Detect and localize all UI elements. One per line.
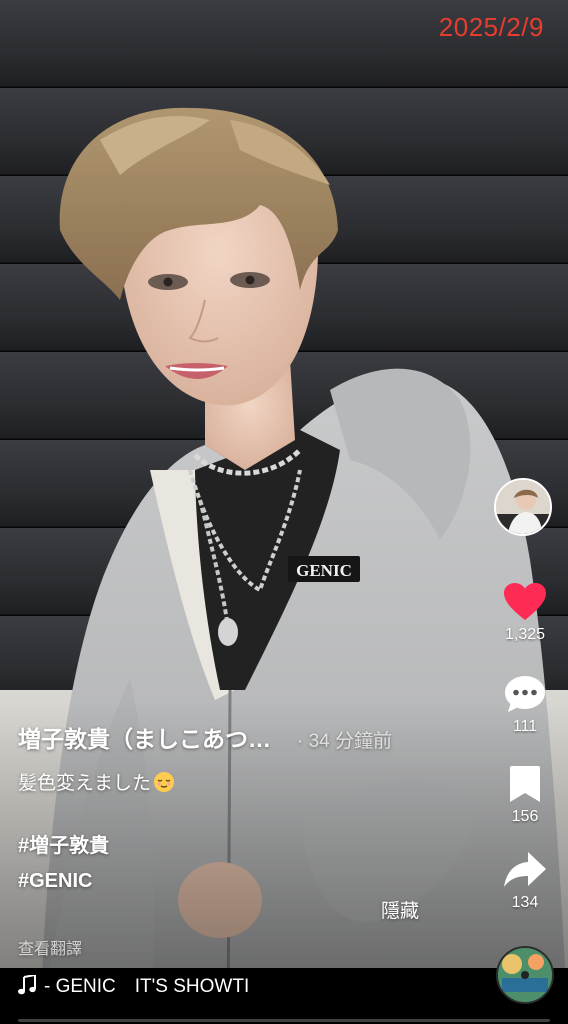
music-note-icon — [18, 974, 36, 995]
share-arrow-icon — [504, 852, 546, 887]
music-disc[interactable] — [496, 946, 554, 1004]
bookmark-button[interactable]: 156 — [492, 764, 558, 826]
date-stamp: 2025/2/9 — [438, 12, 544, 42]
album-cover-image — [498, 948, 552, 1002]
comment-count: 111 — [512, 718, 538, 735]
sweatshirt-print-text: GENIC — [296, 561, 352, 580]
share-button[interactable]: 134 — [492, 850, 558, 912]
caption-text: 髪色変えました — [18, 773, 152, 794]
author-row: 増子敦貴（ましこあつ… · 34 分鐘前 — [18, 720, 488, 754]
music-bar: - GENIC IT'S SHOWTI — [0, 968, 568, 1024]
caption-block: 増子敦貴（ましこあつ… · 34 分鐘前 髪色変えました #増子敦貴 #GENI… — [18, 720, 488, 959]
video-progress-track[interactable] — [18, 1019, 550, 1022]
hashtag-link[interactable]: #GENIC — [18, 870, 488, 893]
comment-icon — [505, 676, 545, 712]
creator-avatar[interactable] — [494, 478, 552, 536]
music-title: - GENIC IT'S SHOWTI — [44, 976, 250, 997]
author-name[interactable]: 増子敦貴（ましこあつ… — [18, 720, 271, 754]
relieved-face-emoji-icon — [154, 772, 175, 792]
hide-button[interactable]: 隱藏 — [381, 896, 419, 923]
bookmark-icon — [510, 766, 540, 802]
avatar-image — [496, 480, 550, 534]
bookmark-count: 156 — [511, 808, 539, 825]
share-count: 134 — [511, 894, 539, 911]
see-translation-link[interactable]: 查看翻譯 — [18, 935, 488, 959]
music-info[interactable]: - GENIC IT'S SHOWTI — [18, 971, 280, 998]
comment-button[interactable]: 111 — [492, 674, 558, 736]
caption-text-row: 髪色変えました — [18, 768, 488, 795]
post-time: · 34 分鐘前 — [297, 731, 393, 752]
like-count: 1,325 — [504, 626, 546, 643]
heart-icon — [504, 583, 546, 620]
hashtag-link[interactable]: #増子敦貴 — [18, 829, 488, 858]
like-button[interactable]: 1,325 — [492, 582, 558, 644]
